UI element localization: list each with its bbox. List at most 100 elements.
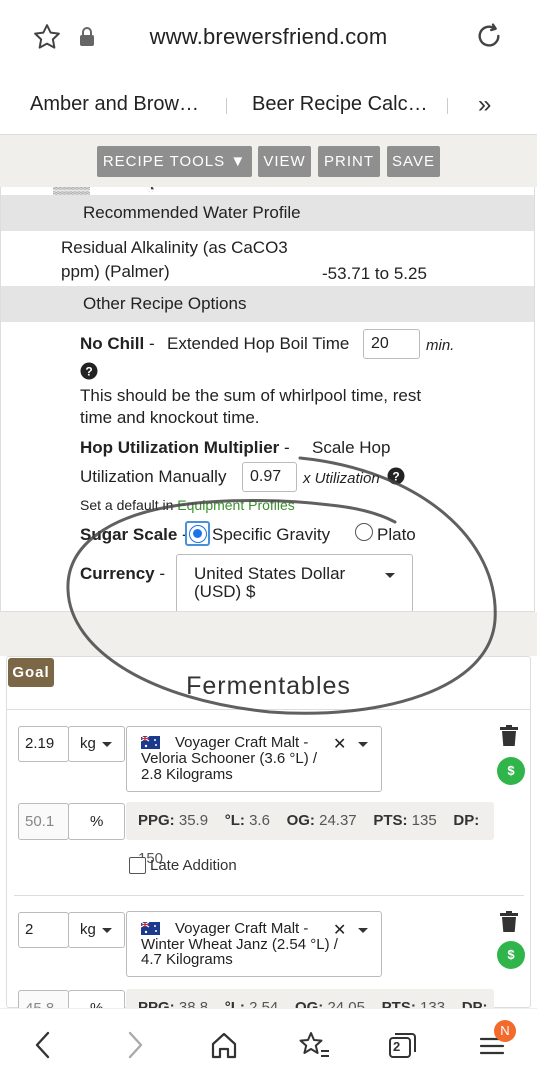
save-button[interactable]: SAVE bbox=[387, 146, 440, 177]
default-text: Set a default in bbox=[80, 497, 178, 513]
extended-hop-label: Extended Hop Boil Time bbox=[167, 334, 350, 353]
percent-value: 50.1 bbox=[25, 813, 55, 830]
trash-icon[interactable] bbox=[499, 725, 519, 747]
residual-alkalinity-label-2: ppm) (Palmer) bbox=[61, 262, 170, 281]
item-divider bbox=[14, 895, 524, 896]
tab-separator bbox=[447, 98, 448, 114]
water-profile-header: Recommended Water Profile bbox=[1, 195, 534, 231]
view-button[interactable]: VIEW bbox=[258, 146, 311, 177]
radio-dot bbox=[193, 529, 202, 538]
og-value: 24.37 bbox=[319, 812, 357, 829]
no-chill-row: No Chill - bbox=[80, 332, 155, 356]
close-icon[interactable]: ✕ bbox=[333, 919, 346, 943]
unit-value: kg bbox=[80, 735, 96, 752]
sugar-scale-row: Sugar Scale - bbox=[80, 523, 188, 547]
currency-select[interactable]: United States Dollar (USD) $ bbox=[176, 554, 413, 611]
chevron-down-icon bbox=[102, 742, 112, 747]
chevron-down-icon bbox=[385, 573, 395, 578]
equipment-profiles-link[interactable]: Equipment Profiles bbox=[177, 497, 295, 513]
fermentable-name-line3: 4.7 Kilograms bbox=[141, 951, 233, 968]
tab-amber-and-brown[interactable]: Amber and Brow… bbox=[30, 93, 199, 116]
chevron-left-icon[interactable] bbox=[32, 1029, 54, 1061]
scale-hop-label-2: Utilization Manually bbox=[80, 467, 227, 486]
cost-button[interactable]: $ bbox=[497, 757, 525, 785]
hop-util-input[interactable]: 0.97 bbox=[242, 462, 297, 492]
hop-util-row: Hop Utilization Multiplier - bbox=[80, 436, 290, 460]
chevron-down-icon bbox=[358, 928, 368, 933]
url-text[interactable]: www.brewersfriend.com bbox=[0, 24, 537, 50]
tabs-icon[interactable] bbox=[386, 1029, 418, 1061]
og-label: OG: bbox=[286, 812, 315, 829]
australia-flag-icon bbox=[141, 922, 160, 935]
other-options-header: Other Recipe Options bbox=[1, 286, 534, 322]
currency-value-line2: (USD) $ bbox=[194, 582, 256, 601]
l-label: °L: bbox=[224, 812, 245, 829]
browser-url-bar: www.brewersfriend.com bbox=[0, 0, 537, 76]
help-text-line2: time and knockout time. bbox=[80, 408, 260, 427]
chevron-down-icon bbox=[102, 928, 112, 933]
fermentables-title: Fermentables bbox=[186, 672, 351, 700]
trash-icon[interactable] bbox=[499, 911, 519, 933]
l-value: 3.6 bbox=[249, 812, 270, 829]
specific-gravity-label[interactable]: Specific Gravity bbox=[212, 523, 330, 547]
recipe-tools-button[interactable]: RECIPE TOOLS ▼ bbox=[97, 146, 252, 177]
help-text-line1: This should be the sum of whirlpool time… bbox=[80, 386, 422, 405]
currency-label: Currency bbox=[80, 564, 155, 583]
fermentable-name-line2: Veloria Schooner (3.6 °L) / bbox=[141, 750, 318, 767]
cost-button[interactable]: $ bbox=[497, 941, 525, 969]
fermentable-stats: PPG: 35.9 °L: 3.6 OG: 24.37 PTS: 135 DP:… bbox=[126, 802, 494, 867]
home-icon[interactable] bbox=[209, 1029, 239, 1061]
fermentable-name-line2: Winter Wheat Janz (2.54 °L) / bbox=[141, 936, 338, 953]
question-circle-icon[interactable]: ? bbox=[80, 362, 98, 380]
svg-text:?: ? bbox=[392, 470, 399, 484]
late-addition-label[interactable]: Late Addition bbox=[150, 854, 237, 878]
more-tabs-icon[interactable]: » bbox=[478, 91, 491, 119]
hop-util-label: Hop Utilization Multiplier bbox=[80, 438, 280, 457]
extended-hop-boil-input[interactable]: 20 bbox=[363, 329, 420, 359]
ppg-label: PPG: bbox=[138, 812, 175, 829]
tab-count: 2 bbox=[393, 1039, 401, 1054]
profile-badge: N bbox=[494, 1020, 516, 1042]
svg-text:?: ? bbox=[85, 365, 92, 379]
residual-alkalinity-label: Residual Alkalinity (as CaCO3 bbox=[61, 238, 288, 257]
unit-select[interactable] bbox=[68, 912, 125, 948]
unit-select[interactable] bbox=[68, 726, 125, 762]
dp-label: DP: bbox=[453, 812, 480, 829]
star-list-icon[interactable] bbox=[297, 1029, 331, 1061]
pts-label: PTS: bbox=[373, 812, 408, 829]
pts-value: 135 bbox=[411, 812, 437, 829]
close-icon[interactable]: ✕ bbox=[333, 733, 346, 757]
tab-separator bbox=[226, 98, 227, 114]
tab-strip: Amber and Brow… Beer Recipe Calc… » bbox=[0, 76, 537, 134]
reload-icon[interactable] bbox=[473, 20, 505, 52]
scale-hop-label: Scale Hop bbox=[312, 438, 391, 457]
fermentable-name-line3: 2.8 Kilograms bbox=[141, 766, 233, 783]
tab-beer-recipe-calc[interactable]: Beer Recipe Calc… bbox=[252, 93, 428, 116]
amount-value: 2.19 bbox=[25, 735, 55, 752]
radio-specific-gravity[interactable] bbox=[189, 525, 207, 543]
currency-dash: - bbox=[154, 564, 166, 583]
plato-label[interactable]: Plato bbox=[377, 523, 416, 547]
chevron-right-icon[interactable] bbox=[124, 1029, 146, 1061]
chevron-down-icon bbox=[358, 742, 368, 747]
print-button[interactable]: PRINT bbox=[318, 146, 380, 177]
residual-alkalinity-value: -53.71 to 5.25 bbox=[322, 264, 427, 283]
question-circle-icon[interactable]: ? bbox=[387, 467, 405, 485]
recipe-options-panel: ▒▒▒▒ ▔▔▔▔▔ ◔ ▔▔▔ Recommended Water Profi… bbox=[0, 187, 535, 612]
no-chill-label: No Chill bbox=[80, 334, 145, 353]
radio-plato[interactable] bbox=[355, 523, 373, 541]
no-chill-dash: - bbox=[144, 334, 155, 353]
fermentable-name-line1: Voyager Craft Malt - bbox=[175, 734, 309, 751]
ppg-value: 35.9 bbox=[178, 812, 209, 829]
unit-value: kg bbox=[80, 921, 96, 938]
australia-flag-icon bbox=[141, 736, 160, 749]
late-addition-checkbox[interactable] bbox=[129, 857, 146, 874]
divider bbox=[6, 709, 531, 710]
default-row: Set a default in Equipment Profiles bbox=[80, 493, 295, 517]
hop-util-unit: x Utilization bbox=[303, 470, 380, 487]
recipe-toolbar: RECIPE TOOLS ▼ VIEW PRINT SAVE bbox=[0, 134, 537, 187]
browser-bottom-nav: 2 bbox=[0, 1008, 537, 1080]
percent-unit: % bbox=[90, 813, 104, 830]
amount-value: 2 bbox=[25, 921, 34, 938]
sugar-scale-label: Sugar Scale bbox=[80, 525, 178, 544]
